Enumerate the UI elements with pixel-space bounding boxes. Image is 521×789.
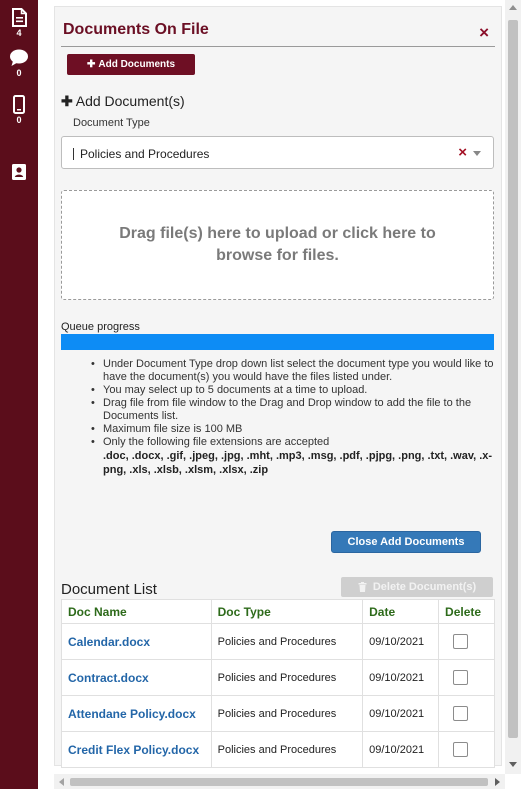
add-documents-button[interactable]: ✚ Add Documents: [67, 54, 195, 75]
add-documents-label: Add Documents: [98, 59, 176, 70]
chat-bubble-icon: [10, 49, 28, 66]
doc-type-cell: Policies and Procedures: [210, 695, 364, 732]
upload-instructions: Under Document Type drop down list selec…: [89, 358, 494, 477]
accepted-extensions: .doc, .docx, .gif, .jpeg, .jpg, .mht, .m…: [103, 450, 493, 476]
horizontal-scroll-thumb[interactable]: [70, 778, 488, 786]
contact-card-icon: [12, 164, 26, 180]
vertical-scrollbar[interactable]: [505, 0, 521, 774]
delete-documents-label: Delete Document(s): [372, 581, 477, 593]
scroll-right-arrow-icon[interactable]: [495, 778, 500, 786]
documents-count: 4: [16, 28, 22, 38]
dropzone-text: Drag file(s) here to upload or click her…: [119, 225, 436, 264]
doc-name-link[interactable]: Credit Flex Policy.docx: [61, 731, 212, 768]
document-type-value: Policies and Procedures: [80, 147, 210, 161]
column-header-date[interactable]: Date: [362, 599, 440, 624]
date-cell: 09/10/2021: [362, 731, 440, 768]
rail-item-documents[interactable]: 4: [0, 8, 38, 38]
column-header-doc-name[interactable]: Doc Name: [61, 599, 212, 624]
close-icon[interactable]: ×: [479, 24, 489, 41]
scroll-left-arrow-icon[interactable]: [59, 778, 64, 786]
delete-cell: [438, 695, 495, 732]
delete-checkbox[interactable]: [453, 634, 469, 649]
text-cursor: [73, 148, 74, 160]
document-type-label: Document Type: [73, 117, 150, 129]
file-dropzone[interactable]: Drag file(s) here to upload or click her…: [61, 190, 494, 300]
title-divider: [61, 46, 495, 47]
instruction-item: Only the following file extensions are a…: [89, 436, 494, 449]
left-rail: 4 0 0: [0, 0, 38, 789]
rail-item-messages[interactable]: 0: [0, 49, 38, 78]
table-row: Credit Flex Policy.docx Policies and Pro…: [61, 731, 495, 768]
table-row: Calendar.docx Policies and Procedures 09…: [61, 623, 495, 660]
date-cell: 09/10/2021: [362, 695, 440, 732]
rail-item-contacts[interactable]: [0, 163, 38, 181]
phone-count: 0: [16, 115, 22, 125]
queue-progress-label: Queue progress: [61, 321, 140, 333]
documents-table: Doc Name Doc Type Date Delete Calendar.d…: [61, 599, 495, 768]
doc-name-link[interactable]: Calendar.docx: [61, 623, 212, 660]
scroll-down-arrow-icon[interactable]: [509, 762, 517, 767]
delete-documents-button[interactable]: Delete Document(s): [341, 577, 493, 597]
panel-title: Documents On File: [63, 21, 209, 38]
delete-cell: [438, 731, 495, 768]
scroll-up-arrow-icon[interactable]: [509, 5, 517, 10]
queue-progress-bar: [61, 334, 494, 350]
doc-type-cell: Policies and Procedures: [210, 659, 364, 696]
section-heading-text: Add Document(s): [75, 93, 185, 109]
document-list-title: Document List: [61, 581, 157, 598]
queue-progress-fill: [61, 334, 494, 350]
table-row: Attendane Policy.docx Policies and Proce…: [61, 695, 495, 732]
column-header-delete: Delete: [438, 599, 495, 624]
clear-selection-icon[interactable]: ×: [458, 144, 467, 161]
documents-panel: Documents On File × ✚ Add Documents ✚ Add…: [54, 6, 502, 768]
column-header-doc-type[interactable]: Doc Type: [210, 599, 364, 624]
table-header-row: Doc Name Doc Type Date Delete: [61, 599, 495, 624]
add-documents-heading: ✚ Add Document(s): [61, 93, 185, 110]
close-add-documents-button[interactable]: Close Add Documents: [331, 531, 481, 553]
instruction-item: Maximum file size is 100 MB: [89, 423, 494, 436]
chevron-down-icon[interactable]: [473, 151, 481, 156]
instruction-item: Drag file from file window to the Drag a…: [89, 397, 494, 423]
delete-checkbox[interactable]: [453, 670, 469, 685]
date-cell: 09/10/2021: [362, 623, 440, 660]
date-cell: 09/10/2021: [362, 659, 440, 696]
plus-icon: ✚: [86, 59, 96, 70]
delete-cell: [438, 623, 495, 660]
document-icon: [11, 8, 27, 27]
delete-checkbox[interactable]: [453, 742, 469, 757]
trash-icon: [358, 582, 367, 592]
doc-type-cell: Policies and Procedures: [210, 731, 364, 768]
vertical-scroll-thumb[interactable]: [508, 20, 518, 738]
table-row: Contract.docx Policies and Procedures 09…: [61, 659, 495, 696]
doc-type-cell: Policies and Procedures: [210, 623, 364, 660]
document-type-select[interactable]: Policies and Procedures ×: [61, 136, 494, 169]
instruction-item: Under Document Type drop down list selec…: [89, 358, 494, 384]
mobile-phone-icon: [13, 95, 25, 114]
horizontal-scrollbar[interactable]: [54, 774, 505, 789]
plus-icon: ✚: [61, 93, 73, 109]
delete-cell: [438, 659, 495, 696]
messages-count: 0: [16, 68, 22, 78]
delete-checkbox[interactable]: [453, 706, 469, 721]
instruction-item: You may select up to 5 documents at a ti…: [89, 384, 494, 397]
rail-item-phone[interactable]: 0: [0, 95, 38, 125]
doc-name-link[interactable]: Contract.docx: [61, 659, 212, 696]
doc-name-link[interactable]: Attendane Policy.docx: [61, 695, 212, 732]
